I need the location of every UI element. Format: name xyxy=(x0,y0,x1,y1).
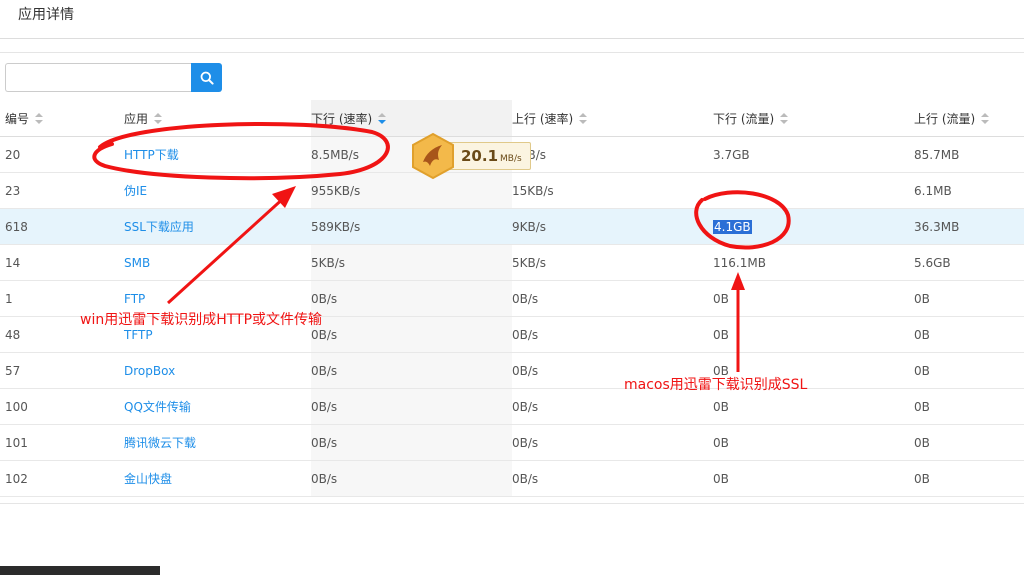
annotation-layer xyxy=(92,122,791,372)
thunder-bird-icon xyxy=(412,132,454,180)
annotation-win: win用迅雷下载识别成HTTP或文件传输 xyxy=(80,312,323,328)
background-window-fragment xyxy=(0,566,1024,575)
arrowhead-mac xyxy=(731,272,745,290)
speed-display: 20.1 MB/s xyxy=(444,142,531,170)
circle-http-row xyxy=(92,122,390,181)
circle-ssl-traffic xyxy=(694,190,791,250)
arrow-line-win xyxy=(166,194,288,305)
download-speed-widget[interactable]: 20.1 MB/s xyxy=(410,132,531,180)
speed-unit: MB/s xyxy=(500,154,522,164)
annotation-mac: macos用迅雷下载识别成SSL xyxy=(624,377,808,393)
speed-value: 20.1 xyxy=(461,147,499,165)
dark-strip xyxy=(0,566,160,575)
